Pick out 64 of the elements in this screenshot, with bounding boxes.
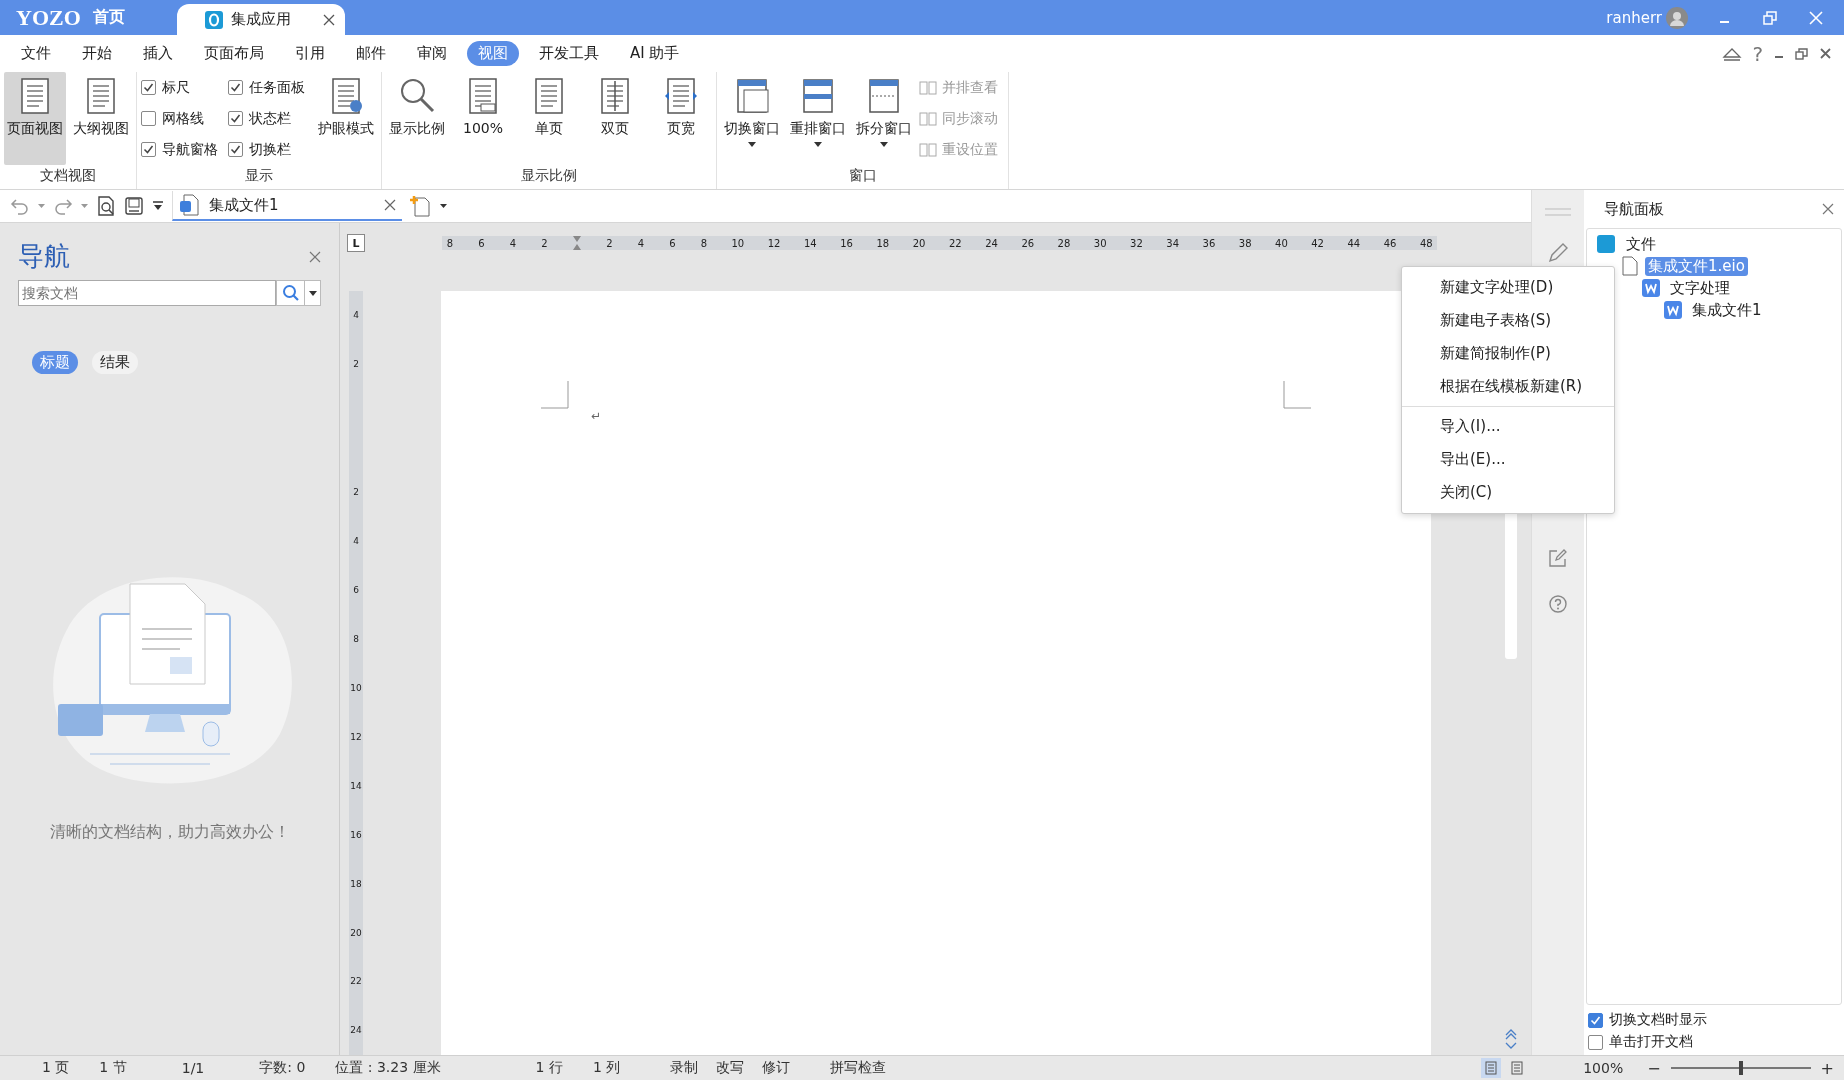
status-item: 拼写检查 <box>830 1059 887 1077</box>
checkbox[interactable]: 切换文档时显示 <box>1588 1009 1840 1031</box>
group-label: 显示 <box>244 167 274 185</box>
app-tab[interactable]: 集成应用 <box>176 4 345 35</box>
menu-tab[interactable]: 开始 <box>71 41 123 66</box>
document-tab[interactable]: 集成文件1 <box>172 191 402 221</box>
search-field[interactable]: 搜索文档 <box>18 280 277 306</box>
menu-tab[interactable]: 邮件 <box>345 41 397 66</box>
checkbox[interactable]: 任务面板 <box>228 72 311 103</box>
status-item: 字数: 0 <box>259 1059 306 1077</box>
status-item: 1 行 <box>535 1059 563 1077</box>
checkbox[interactable]: 单击打开文档 <box>1588 1031 1840 1053</box>
panel-title: 导航面板 <box>1604 199 1664 219</box>
logo: YOZO <box>16 4 81 31</box>
tree-item[interactable]: 文字处理 <box>1667 278 1733 298</box>
tab-label: 集成应用 <box>230 10 292 29</box>
tree-item[interactable]: 文件 <box>1623 234 1659 254</box>
status-item: 录制 <box>670 1059 699 1077</box>
filter-tab[interactable]: 结果 <box>92 351 138 374</box>
document-page[interactable]: ↵ <box>441 291 1431 1055</box>
zoom-out-button[interactable]: − <box>1647 1058 1661 1078</box>
view-button[interactable]: 双页 <box>584 72 646 165</box>
status-item: 位置 : 3.23 厘米 <box>335 1059 441 1077</box>
checkbox[interactable]: 切换栏 <box>228 134 311 165</box>
help-button[interactable]: ? <box>1752 41 1763 66</box>
horizontal-ruler[interactable]: 8 6 4 2 2 4 6 8 10 12 14 16 18 20 22 24 26 28 30 32 34 36 38 40 42 44 46 48 <box>442 236 1437 250</box>
empty-state-text: 清晰的文档结构，助力高效办公！ <box>48 822 291 843</box>
menu-tab[interactable]: 审阅 <box>406 41 458 66</box>
checkbox[interactable]: 状态栏 <box>228 103 311 134</box>
status-item: 改写 <box>716 1059 745 1077</box>
checkbox[interactable]: 标尺 <box>141 72 224 103</box>
view-button[interactable]: 100% <box>452 72 514 165</box>
view-button[interactable]: 重排窗口 <box>787 72 849 165</box>
checkbox[interactable]: 网格线 <box>141 103 224 134</box>
view-button[interactable]: 拆分窗口 <box>853 72 915 165</box>
group-label: 显示比例 <box>520 167 578 185</box>
status-item: 修订 <box>762 1059 791 1077</box>
view-button[interactable]: 单页 <box>518 72 580 165</box>
group-label: 文档视图 <box>39 167 97 185</box>
status-item: 1 页 <box>42 1059 70 1077</box>
panel-title: 导航 <box>18 240 70 273</box>
menu-tab[interactable]: 页面布局 <box>193 41 275 66</box>
group-label: 窗口 <box>847 167 878 185</box>
view-button[interactable]: 显示比例 <box>386 72 448 165</box>
view-button[interactable]: 切换窗口 <box>721 72 783 165</box>
status-item: 1 列 <box>592 1059 621 1077</box>
menu-tab[interactable]: 开发工具 <box>528 41 610 66</box>
status-item: 1/1 <box>181 1060 205 1076</box>
zoom-level: 100% <box>1583 1060 1624 1076</box>
view-button[interactable]: 页面视图 <box>4 72 66 165</box>
status-item: 1 节 <box>99 1059 127 1077</box>
menu-tab[interactable]: AI 助手 <box>619 41 691 66</box>
tab-stop-button[interactable]: L <box>347 234 365 252</box>
view-button[interactable]: 页宽 <box>650 72 712 165</box>
tree-item[interactable]: 集成文件1 <box>1689 300 1765 320</box>
zoom-in-button[interactable]: + <box>1820 1058 1834 1078</box>
menu-tab[interactable]: 文件 <box>10 41 62 66</box>
paragraph-mark: ↵ <box>591 409 602 423</box>
menu-tab[interactable]: 插入 <box>132 41 184 66</box>
checkbox[interactable]: 导航窗格 <box>141 134 224 165</box>
view-button[interactable]: 护眼模式 <box>315 72 377 165</box>
view-button[interactable]: 大纲视图 <box>70 72 132 165</box>
vertical-ruler[interactable]: 4 2 2 4 6 8 10 12 14 16 18 20 22 24 <box>349 291 363 1055</box>
menu-tab[interactable]: 引用 <box>284 41 336 66</box>
